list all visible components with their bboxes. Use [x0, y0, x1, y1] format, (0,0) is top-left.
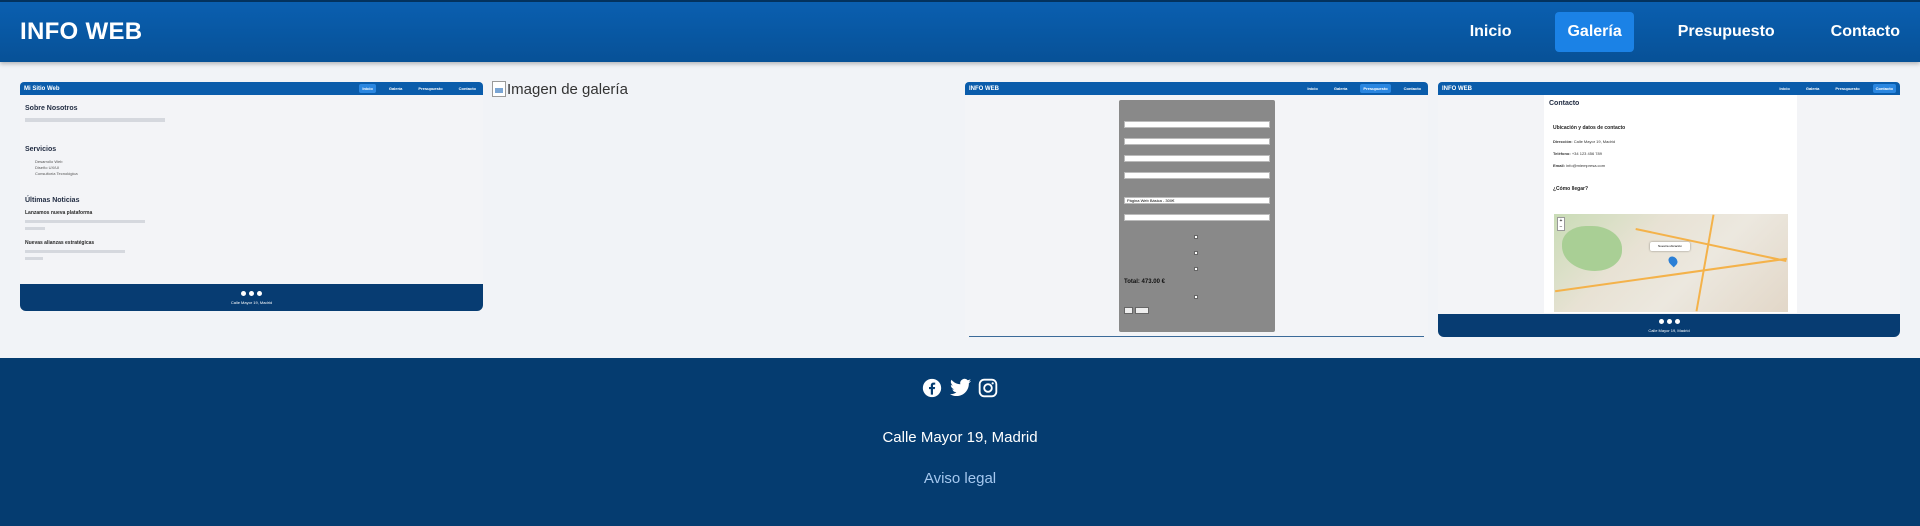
thumbnail-brand: INFO WEB [1442, 85, 1472, 92]
thumbnail-service-item: Consultoría Tecnológica [35, 171, 78, 176]
thumbnail-nav-item: Galería [1805, 86, 1820, 91]
thumbnail-nav: Inicio Galería Presupuesto Contacto [349, 84, 479, 93]
thumbnail-nav-item: Presupuesto [1835, 86, 1860, 91]
thumbnail-nav-item: Contacto [458, 86, 476, 91]
thumbnail-form-button [1135, 307, 1150, 314]
nav-inicio[interactable]: Inicio [1458, 12, 1524, 52]
thumbnail-body: Sobre Nosotros Servicios Desarrollo Web … [20, 95, 483, 273]
thumbnail-form-field [1124, 172, 1270, 179]
thumbnail-contact-line: Dirección: Calle Mayor 19, Madrid [1553, 139, 1616, 144]
thumbnail-footer: Calle Mayor 19, Madrid [20, 284, 483, 311]
site-brand[interactable]: INFO WEB [20, 18, 142, 46]
gallery-broken-image[interactable]: Imagen de galería [492, 78, 672, 100]
thumbnail-form-select: Página Web Básica - 300€ [1124, 197, 1270, 204]
thumbnail-address: Calle Mayor 19, Madrid [230, 299, 273, 305]
thumbnail-nav-item: Galería [1333, 86, 1348, 91]
gallery: Mi Sitio Web Inicio Galería Presupuesto … [0, 62, 1920, 358]
thumbnail-social-icons [241, 290, 262, 296]
thumbnail-text-line [25, 250, 125, 253]
gallery-thumbnail-home[interactable]: Mi Sitio Web Inicio Galería Presupuesto … [20, 82, 483, 311]
map-pin-icon [1666, 254, 1680, 268]
site-footer: Calle Mayor 19, Madrid Aviso legal [0, 358, 1920, 526]
social-links [0, 378, 1920, 398]
thumbnail-news-title: Últimas Noticias [25, 197, 80, 204]
thumbnail-services-title: Servicios [25, 146, 57, 153]
nav-presupuesto[interactable]: Presupuesto [1666, 12, 1787, 52]
thumbnail-nav-item: Inicio [359, 84, 376, 93]
thumbnail-map: + − Nuestra ubicación [1554, 214, 1788, 312]
nav-contacto[interactable]: Contacto [1819, 12, 1912, 52]
thumbnail-header: INFO WEB Inicio Galería Presupuesto Cont… [1438, 82, 1900, 95]
thumbnail-nav-item: Presupuesto [418, 86, 443, 91]
thumbnail-form-field [1124, 214, 1270, 221]
map-road [1695, 214, 1715, 312]
thumbnail-address: Calle Mayor 19, Madrid [1648, 327, 1690, 333]
thumbnail-text-line [25, 227, 45, 230]
broken-image-icon [492, 81, 506, 97]
thumbnail-form-check-row [1124, 251, 1270, 255]
thumbnail-social-icons [1658, 318, 1680, 324]
map-tooltip: Nuestra ubicación [1650, 242, 1690, 251]
thumbnail-text-line [25, 118, 165, 122]
thumbnail-how-to-get: ¿Cómo llegar? [1553, 186, 1589, 192]
thumbnail-nav-item: Galería [388, 86, 403, 91]
thumbnail-form-check-row [1124, 235, 1270, 239]
thumbnail-services-list: Desarrollo Web Diseño UX/UI Consultoría … [35, 159, 478, 177]
thumbnail-form-buttons [1124, 299, 1270, 317]
footer-address: Calle Mayor 19, Madrid [882, 429, 1038, 446]
thumbnail-form-field [1124, 138, 1270, 145]
legal-notice-link[interactable]: Aviso legal [0, 470, 1920, 487]
thumbnail-news-item-title: Lanzamos nueva plataforma [25, 210, 93, 216]
thumbnail-brand: INFO WEB [969, 85, 999, 92]
thumbnail-text-line [25, 220, 145, 223]
main-nav: Inicio Galería Presupuesto Contacto [1426, 2, 1912, 62]
thumbnail-form-field [1124, 121, 1270, 128]
thumbnail-nav-item: Contacto [1872, 84, 1896, 93]
thumbnail-contact-line: Teléfono: +34 123 456 789 [1553, 151, 1602, 156]
instagram-icon[interactable] [978, 378, 998, 398]
thumbnail-contact-subtitle: Ubicación y datos de contacto [1553, 125, 1626, 131]
thumbnail-nav: Inicio Galería Presupuesto Contacto [1294, 84, 1424, 93]
thumbnail-nav: Inicio Galería Presupuesto Contacto [1766, 84, 1896, 93]
thumbnail-form-button [1124, 307, 1134, 314]
site-header: INFO WEB Inicio Galería Presupuesto Cont… [0, 0, 1920, 62]
thumbnail-header: Mi Sitio Web Inicio Galería Presupuesto … [20, 82, 483, 95]
twitter-icon[interactable] [950, 378, 972, 398]
thumbnail-nav-item: Presupuesto [1360, 84, 1391, 93]
thumbnail-form-field [1124, 155, 1270, 162]
gallery-thumbnail-contact[interactable]: INFO WEB Inicio Galería Presupuesto Cont… [1438, 82, 1900, 337]
thumbnail-form-check-row [1124, 267, 1270, 271]
thumbnail-form-total: Total: 473.00 € [1124, 279, 1165, 285]
thumbnail-contact-card: Contacto Ubicación y datos de contacto D… [1544, 95, 1797, 313]
thumbnail-about-title: Sobre Nosotros [25, 105, 78, 112]
broken-image-alt-text: Imagen de galería [507, 80, 628, 98]
gallery-thumbnail-budget[interactable]: INFO WEB Inicio Galería Presupuesto Cont… [965, 82, 1428, 337]
facebook-icon[interactable] [922, 378, 942, 398]
thumbnail-nav-item: Contacto [1403, 86, 1421, 91]
thumbnail-news-item-title: Nuevas alianzas estratégicas [25, 240, 95, 246]
nav-galeria[interactable]: Galería [1555, 12, 1634, 52]
thumbnail-divider [969, 336, 1424, 337]
thumbnail-brand: Mi Sitio Web [24, 85, 60, 92]
map-zoom-control: + − [1557, 217, 1565, 231]
thumbnail-nav-item: Inicio [1779, 86, 1790, 91]
thumbnail-contact-line: Email: info@miempresa.com [1553, 163, 1606, 168]
thumbnail-nav-item: Inicio [1307, 86, 1318, 91]
thumbnail-footer: Calle Mayor 19, Madrid [1438, 314, 1900, 337]
thumbnail-header: INFO WEB Inicio Galería Presupuesto Cont… [965, 82, 1428, 95]
thumbnail-budget-form: Página Web Básica - 300€ Total: 473.00 € [1119, 100, 1275, 332]
thumbnail-contact-title: Contacto [1549, 100, 1580, 107]
map-park [1562, 226, 1622, 271]
thumbnail-text-line [25, 257, 43, 260]
